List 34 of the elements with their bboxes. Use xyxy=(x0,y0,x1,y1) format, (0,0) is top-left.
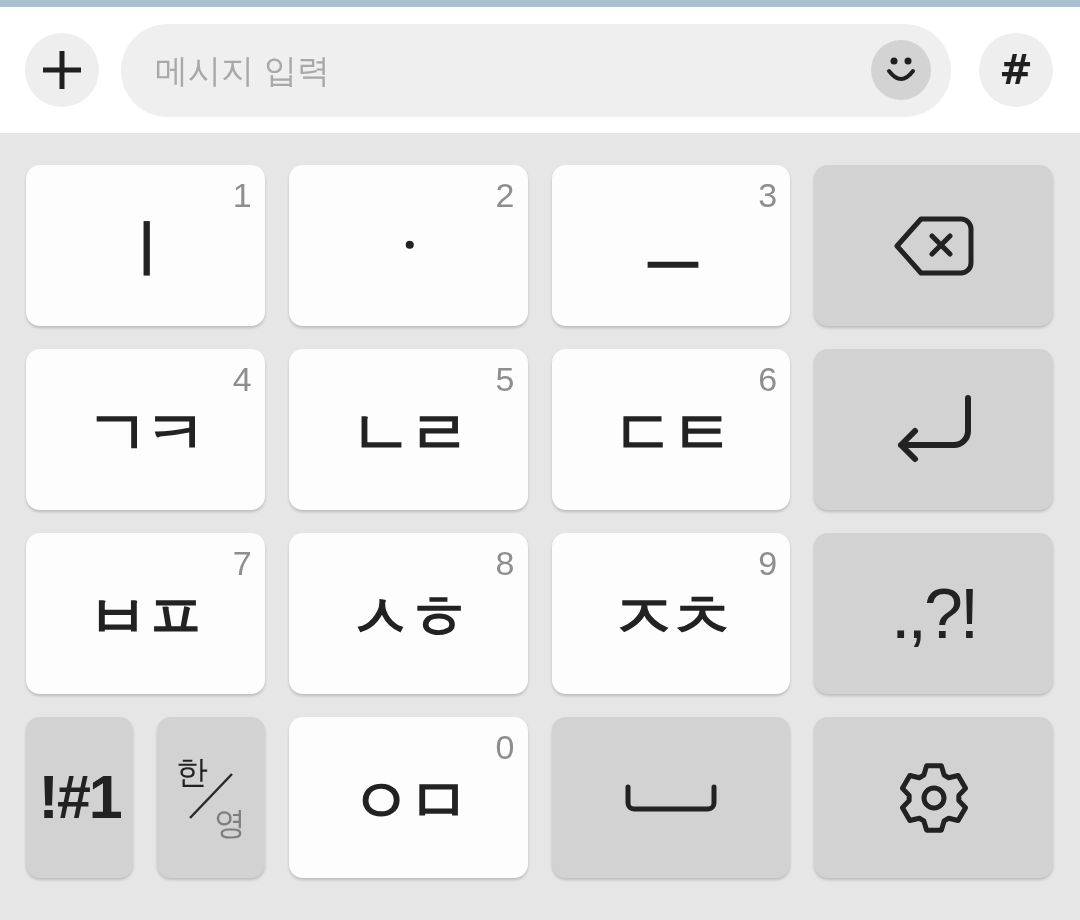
language-option: 한 xyxy=(176,756,209,788)
number-hint: 1 xyxy=(232,178,252,212)
letter-key[interactable]: ㆍ 2 xyxy=(288,165,528,326)
number-hint: 7 xyxy=(232,546,252,580)
number-hint: 6 xyxy=(758,362,778,396)
number-hint: 9 xyxy=(758,546,778,580)
backspace-key[interactable] xyxy=(814,165,1053,326)
letter-key[interactable]: ㅡ 3 xyxy=(551,165,791,326)
letter-key[interactable]: ㄱㅋ 4 xyxy=(26,349,265,510)
number-hint: 8 xyxy=(495,546,515,580)
letter-key[interactable]: ㅂㅍ 7 xyxy=(26,533,265,694)
letter-key[interactable]: ㅅㅎ 8 xyxy=(288,533,528,694)
backspace-icon xyxy=(893,215,974,276)
letter-key[interactable]: ㄷㅌ 6 xyxy=(551,349,791,510)
number-hint: 3 xyxy=(758,178,778,212)
symbols-key[interactable]: !#1 xyxy=(26,717,134,878)
letter-key[interactable]: ㅈㅊ 9 xyxy=(551,533,791,694)
letter-key[interactable]: ㄴㄹ 5 xyxy=(288,349,528,510)
tag-button[interactable]: # xyxy=(979,33,1053,107)
space-icon xyxy=(624,783,717,812)
language-option: 영 xyxy=(214,807,247,839)
smiley-icon xyxy=(886,56,916,83)
number-hint: 0 xyxy=(495,730,515,764)
punctuation-key[interactable]: .,?! xyxy=(814,533,1053,694)
letter-key[interactable]: ㅇㅁ 0 xyxy=(288,717,528,878)
number-hint: 4 xyxy=(232,362,252,396)
number-hint: 5 xyxy=(495,362,515,396)
letter-key[interactable]: ㅣ 1 xyxy=(26,165,265,326)
message-input[interactable]: 메시지 입력 xyxy=(121,23,951,117)
number-hint: 2 xyxy=(495,178,515,212)
settings-key[interactable] xyxy=(814,717,1053,878)
enter-key[interactable] xyxy=(814,349,1053,510)
plus-icon xyxy=(43,51,81,89)
language-toggle-key[interactable]: 한 영 xyxy=(157,717,265,878)
